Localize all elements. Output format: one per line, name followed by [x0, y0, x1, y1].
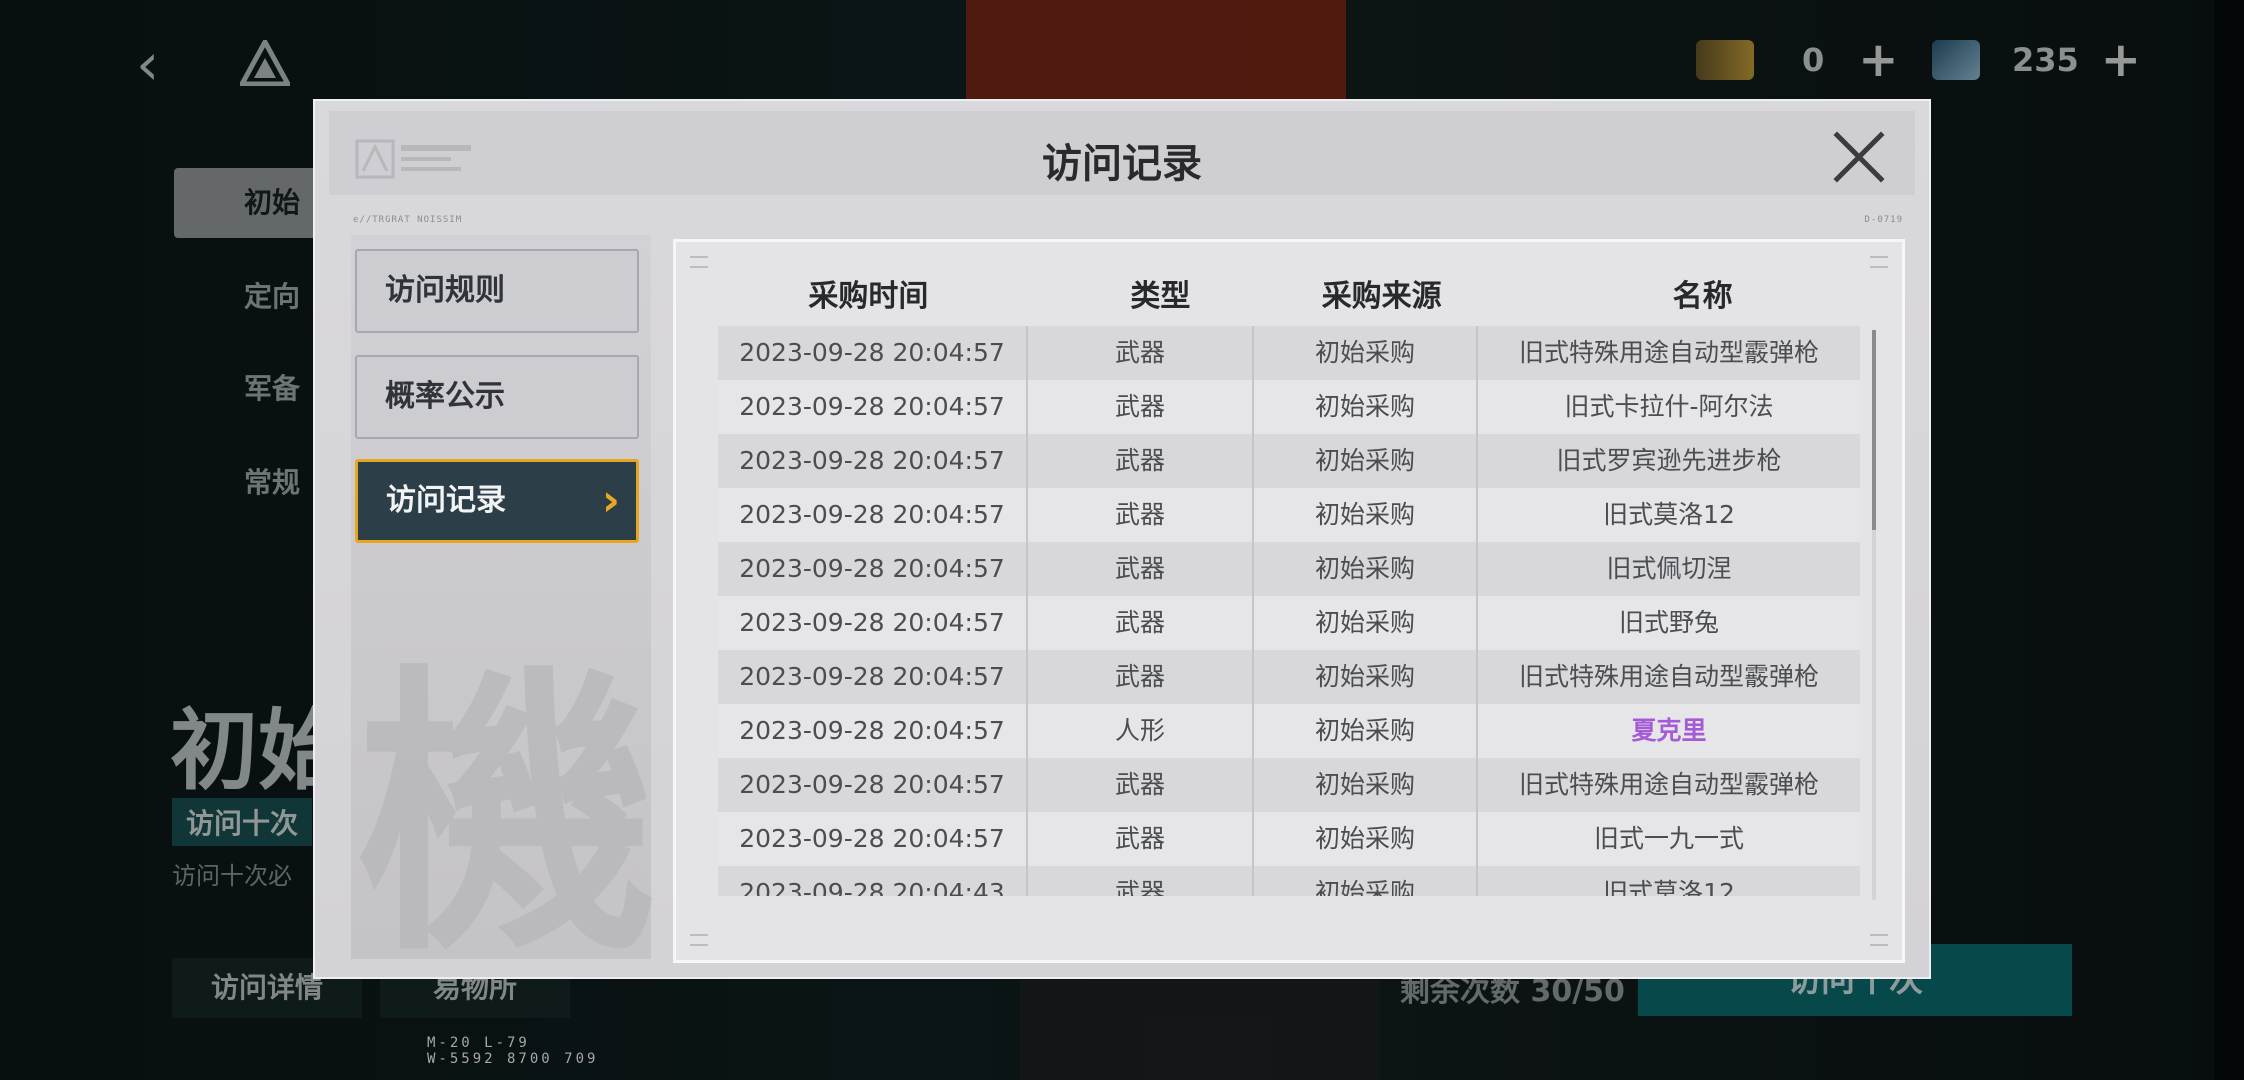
table-row: 2023-09-28 20:04:43 武器 初始采购 旧式莫洛12 [718, 866, 1860, 896]
record-source: 初始采购 [1254, 596, 1478, 650]
record-type: 武器 [1028, 542, 1254, 596]
record-type: 武器 [1028, 488, 1254, 542]
menu-visit-rules-label: 访问规则 [385, 273, 505, 308]
table-row: 2023-09-28 20:04:57 武器 初始采购 旧式一九一式 [718, 812, 1860, 866]
chevron-right-icon: › [601, 475, 620, 526]
table-row: 2023-09-28 20:04:57 武器 初始采购 旧式特殊用途自动型霰弹枪 [718, 650, 1860, 704]
record-type: 武器 [1028, 596, 1254, 650]
record-time: 2023-09-28 20:04:57 [718, 704, 1028, 758]
record-source: 初始采购 [1254, 380, 1478, 434]
record-time: 2023-09-28 20:04:57 [718, 650, 1028, 704]
record-type: 武器 [1028, 380, 1254, 434]
header-time: 采购时间 [808, 279, 929, 314]
menu-visit-rules[interactable]: 访问规则 [355, 249, 639, 333]
record-name: 夏克里 [1631, 716, 1707, 745]
menu-probability-label: 概率公示 [385, 379, 505, 414]
header-code-right: D-0719 [1864, 215, 1903, 225]
record-source: 初始采购 [1254, 326, 1478, 380]
close-icon[interactable] [1831, 129, 1887, 185]
record-time: 2023-09-28 20:04:57 [718, 542, 1028, 596]
record-type: 武器 [1028, 758, 1254, 812]
kanji-watermark: 機 [357, 638, 657, 991]
record-source: 初始采购 [1254, 812, 1478, 866]
record-time: 2023-09-28 20:04:57 [718, 326, 1028, 380]
table-row: 2023-09-28 20:04:57 武器 初始采购 旧式特殊用途自动型霰弹枪 [718, 326, 1860, 380]
header-name: 名称 [1672, 279, 1733, 314]
record-time: 2023-09-28 20:04:57 [718, 488, 1028, 542]
record-name: 旧式特殊用途自动型霰弹枪 [1518, 662, 1819, 691]
record-name: 旧式一九一式 [1593, 824, 1744, 853]
record-source: 初始采购 [1254, 542, 1478, 596]
dialog-title: 访问记录 [1042, 141, 1202, 187]
table-row: 2023-09-28 20:04:57 武器 初始采购 旧式卡拉什-阿尔法 [718, 380, 1860, 434]
scrollbar[interactable] [1872, 330, 1876, 900]
record-source: 初始采购 [1254, 434, 1478, 488]
record-time: 2023-09-28 20:04:43 [718, 866, 1028, 896]
record-name: 旧式特殊用途自动型霰弹枪 [1518, 338, 1819, 367]
table-row: 2023-09-28 20:04:57 武器 初始采购 旧式佩切涅 [718, 542, 1860, 596]
record-name: 旧式莫洛12 [1603, 500, 1735, 529]
kanji-code: M-20 L-79 W-5592 8700 709 [427, 1035, 599, 1067]
menu-panel: 機 M-20 L-79 W-5592 8700 709 [351, 235, 657, 1067]
dialog-header: 访问记录 [329, 111, 1915, 195]
record-source: 初始采购 [1254, 704, 1478, 758]
table-header: 采购时间 类型 采购来源 名称 [676, 272, 1902, 322]
table-row: 2023-09-28 20:04:57 武器 初始采购 旧式莫洛12 [718, 488, 1860, 542]
menu-visit-record-label: 访问记录 [386, 483, 506, 518]
record-name: 旧式野兔 [1618, 608, 1719, 637]
record-type: 武器 [1028, 434, 1254, 488]
record-source: 初始采购 [1254, 650, 1478, 704]
record-name: 旧式特殊用途自动型霰弹枪 [1518, 770, 1819, 799]
table-row: 2023-09-28 20:04:57 武器 初始采购 旧式野兔 [718, 596, 1860, 650]
record-name: 旧式莫洛12 [1603, 878, 1735, 896]
header-source: 采购来源 [1321, 279, 1442, 314]
visit-record-dialog: 访问记录 e//TRGRAT NOISSIM D-0719 機 M-20 L-7… [313, 99, 1931, 1067]
record-time: 2023-09-28 20:04:57 [718, 812, 1028, 866]
record-type: 武器 [1028, 812, 1254, 866]
header-type: 类型 [1130, 279, 1191, 314]
record-name: 旧式罗宾逊先进步枪 [1556, 446, 1782, 475]
record-list[interactable]: 2023-09-28 20:04:57 武器 初始采购 旧式特殊用途自动型霰弹枪 202… [718, 326, 1860, 896]
table-row: 2023-09-28 20:04:57 人形 初始采购 夏克里 [718, 704, 1860, 758]
record-source: 初始采购 [1254, 488, 1478, 542]
menu-visit-record[interactable]: 访问记录 › [355, 459, 639, 543]
record-type: 人形 [1028, 704, 1254, 758]
table-row: 2023-09-28 20:04:57 武器 初始采购 旧式特殊用途自动型霰弹枪 [718, 758, 1860, 812]
corner-mark [1870, 934, 1888, 946]
corner-mark [1870, 256, 1888, 268]
record-table-panel: 采购时间 类型 采购来源 名称 2023-09-28 20:04:57 武器 初始采… [673, 239, 1905, 963]
record-name: 旧式佩切涅 [1606, 554, 1732, 583]
record-type: 武器 [1028, 326, 1254, 380]
record-source: 初始采购 [1254, 866, 1478, 896]
scrollbar-thumb[interactable] [1872, 330, 1876, 530]
corner-mark [690, 256, 708, 268]
record-type: 武器 [1028, 866, 1254, 896]
menu-probability[interactable]: 概率公示 [355, 355, 639, 439]
header-code-left: e//TRGRAT NOISSIM [353, 215, 463, 225]
record-time: 2023-09-28 20:04:57 [718, 434, 1028, 488]
record-time: 2023-09-28 20:04:57 [718, 758, 1028, 812]
record-source: 初始采购 [1254, 758, 1478, 812]
table-row: 2023-09-28 20:04:57 武器 初始采购 旧式罗宾逊先进步枪 [718, 434, 1860, 488]
record-name: 旧式卡拉什-阿尔法 [1564, 392, 1774, 421]
record-time: 2023-09-28 20:04:57 [718, 380, 1028, 434]
corner-mark [690, 934, 708, 946]
record-type: 武器 [1028, 650, 1254, 704]
record-time: 2023-09-28 20:04:57 [718, 596, 1028, 650]
